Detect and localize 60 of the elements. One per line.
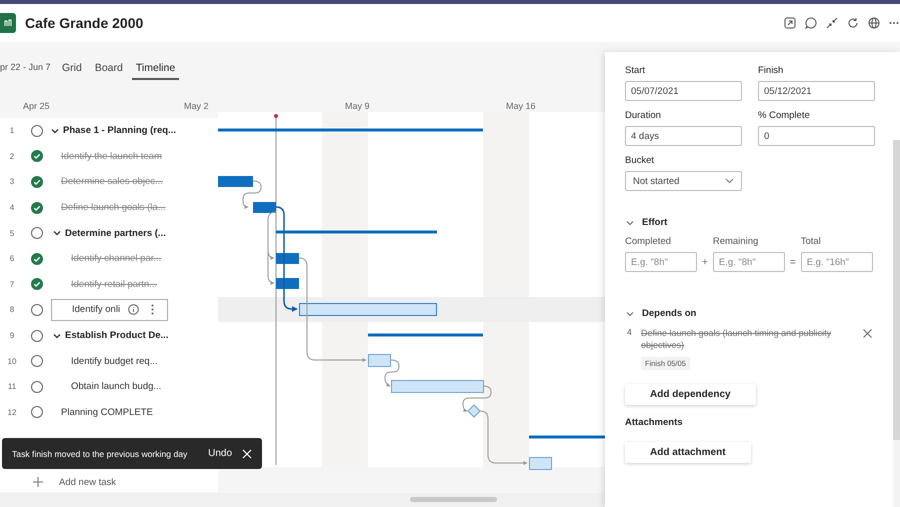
section-title[interactable]: Effort [642, 217, 668, 228]
task-title[interactable]: Identify budget req... [71, 356, 158, 367]
operator-sign: + [702, 257, 708, 270]
task-title[interactable]: Phase 1 - Planning (req... [63, 125, 176, 136]
text-field[interactable]: 4 days [625, 126, 742, 146]
task-title[interactable]: Planning COMPLETE [61, 406, 153, 418]
field-label: Remaining [712, 236, 760, 247]
section-title: Attachments [625, 417, 683, 428]
row-number: 5 [8, 228, 16, 238]
row-number: 2 [8, 152, 16, 161]
row-number: 9 [8, 331, 16, 340]
operator-sign: = [790, 257, 796, 270]
row-number: 7 [8, 280, 16, 289]
row-number: 12 [6, 408, 18, 417]
task-title[interactable]: Determine partners (... [65, 228, 166, 239]
dependency-number: 4 [627, 327, 633, 337]
bucket-dropdown[interactable]: Not started [625, 171, 742, 191]
task-title[interactable]: Define launch goals (la... [61, 202, 166, 214]
row-number: 4 [8, 203, 16, 212]
undo-button[interactable]: Undo [208, 448, 232, 459]
task-title[interactable]: Identify the launch team [61, 150, 162, 162]
field-label: Bucket [625, 155, 656, 166]
view-tab[interactable]: Board [90, 58, 127, 80]
row-number: 8 [8, 305, 16, 314]
field-label: Finish [758, 65, 784, 76]
task-title[interactable]: Establish Product De... [65, 330, 168, 342]
dependency-title[interactable]: Define launch goals (launch timing and publicity objectives) [641, 327, 841, 351]
row-number: 11 [6, 382, 18, 392]
text-field[interactable]: 0 [758, 126, 875, 146]
task-title[interactable]: Determine sales objec... [61, 176, 163, 188]
task-title[interactable]: Identify retail partn... [71, 278, 158, 290]
view-tab[interactable]: Grid [58, 58, 86, 80]
section-title[interactable]: Depends on [642, 308, 696, 319]
add-task-button[interactable]: Add new task [59, 476, 116, 488]
text-field[interactable]: 05/12/2021 [758, 81, 875, 101]
app-title: Cafe Grande 2000 [25, 15, 144, 31]
task-title[interactable]: Obtain launch budg... [71, 381, 162, 392]
date-label: May 16 [506, 101, 536, 111]
field-label: Total [800, 236, 822, 247]
field-label: Completed [625, 236, 672, 247]
date-label: May 9 [345, 101, 370, 111]
date-range[interactable]: pr 22 - Jun 7 [0, 62, 56, 72]
row-number: 3 [8, 177, 16, 186]
date-label: Apr 25 [23, 101, 50, 111]
text-field[interactable]: 05/07/2021 [625, 81, 742, 101]
text-field[interactable]: E.g. "8h" [625, 252, 697, 272]
add-dependency-button[interactable]: Add dependency [625, 384, 756, 405]
add-attachment-button[interactable]: Add attachment [625, 442, 751, 463]
row-number: 10 [6, 356, 18, 366]
text-field[interactable]: E.g. "8h" [712, 252, 785, 272]
row-number: 6 [8, 254, 16, 264]
field-label: Start [625, 65, 646, 76]
field-label: % Complete [758, 110, 811, 121]
view-tab[interactable]: Timeline [132, 58, 180, 80]
task-title[interactable]: Identify channel par... [71, 253, 162, 264]
toast-message: Task finish moved to the previous working day [12, 448, 188, 458]
field-label: Duration [625, 110, 662, 121]
text-field[interactable]: E.g. "16h" [800, 252, 873, 272]
row-number: 1 [8, 126, 16, 136]
date-label: May 2 [184, 101, 209, 111]
